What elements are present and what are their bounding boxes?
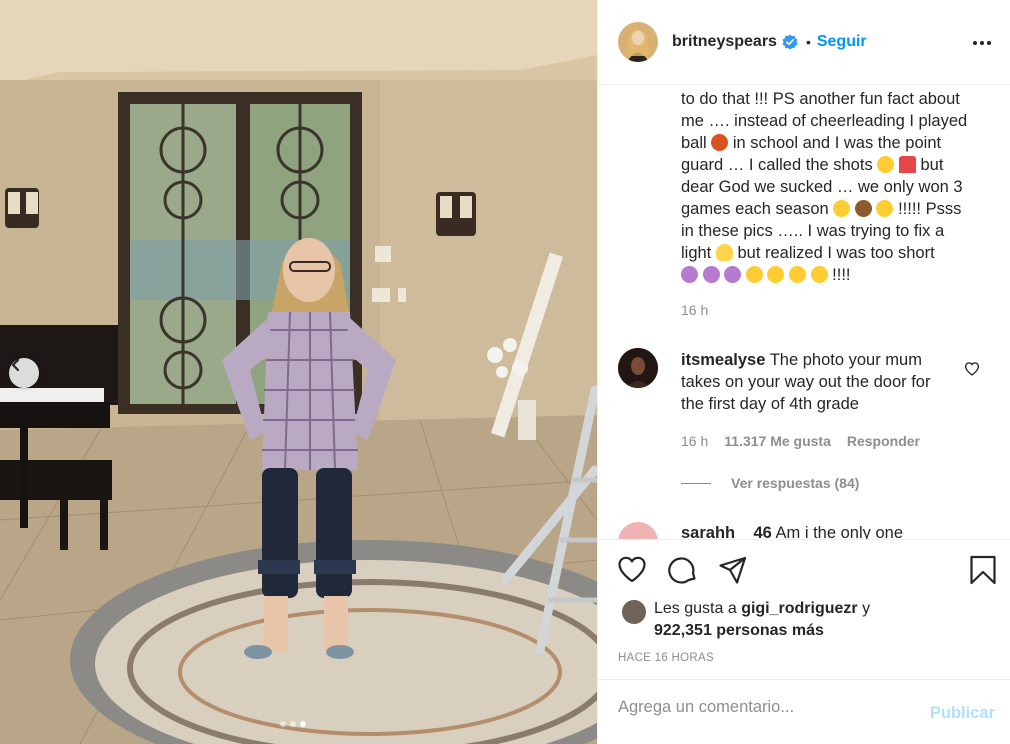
commenter-avatar[interactable] (618, 522, 658, 539)
bookmark-icon[interactable] (967, 554, 999, 586)
add-comment-bar: Publicar (598, 679, 1010, 744)
caption-line: to do that !!! PS another fun fact about (681, 90, 960, 108)
commenter-username[interactable]: itsmealyse (681, 351, 765, 369)
caption-line: but (920, 156, 944, 174)
caption-line: light (681, 244, 712, 262)
post-timestamp[interactable]: HACE 16 HORAS (618, 652, 714, 664)
comment-likes-count[interactable]: 11.317 Me gusta (724, 433, 831, 449)
carousel-dot-active (300, 721, 306, 727)
comment-body: itsmealyse The photo your mum takes on y… (681, 349, 951, 415)
comment-text: Am i the only one (775, 524, 904, 539)
header-separator: • (805, 34, 811, 50)
carousel-prev-button[interactable] (9, 358, 39, 388)
carousel-indicator (280, 721, 306, 727)
shrug-emoji-icon (702, 266, 720, 283)
post-side-panel: britneyspears • Seguir to do that !!! PS… (597, 0, 1010, 744)
caption-line: in these pics ….. I was trying to fix a (681, 222, 945, 240)
light-bulb-emoji-icon (715, 244, 733, 261)
liker-username[interactable]: gigi_rodriguezr (741, 600, 857, 617)
carousel-dot (290, 721, 296, 727)
joy-emoji-icon (745, 266, 763, 283)
caption-line: ball (681, 134, 707, 152)
verified-badge-icon (782, 34, 798, 50)
post-photo (0, 0, 597, 744)
chevron-left-icon (11, 358, 20, 372)
caption-line: me …. instead of cheerleading I played (681, 112, 968, 130)
caption-line: but realized I was too short (737, 244, 935, 262)
reply-button[interactable]: Responder (847, 433, 920, 449)
replies-divider (681, 483, 711, 484)
comment-body: sarahh__46 Am i the only one (681, 522, 903, 539)
basketball-emoji-icon (711, 134, 729, 151)
see-no-evil-monkey-emoji-icon (854, 200, 872, 217)
share-icon[interactable] (717, 554, 749, 586)
comment-icon[interactable] (667, 554, 699, 586)
caption-line: in school and I was the point (732, 134, 942, 152)
post-caption: to do that !!! PS another fun fact about… (681, 88, 991, 286)
likes-prefix: Les gusta a (654, 600, 737, 617)
carousel-dot (280, 721, 286, 727)
commenter-avatar[interactable] (618, 348, 658, 388)
author-avatar[interactable] (618, 22, 658, 62)
shrug-emoji-icon (681, 266, 698, 283)
publish-button[interactable]: Publicar (930, 704, 995, 723)
caption-line: games each season (681, 200, 829, 218)
photo-scene (0, 0, 597, 744)
heart-icon[interactable] (616, 554, 648, 586)
author-username[interactable]: britneyspears (672, 33, 777, 51)
comment-like-heart-icon[interactable] (964, 361, 980, 377)
caption-line: guard … I called the shots (681, 156, 873, 174)
caption-line: !!!!! Psss (898, 200, 962, 218)
tongue-emoji-icon (877, 156, 895, 173)
joy-emoji-icon (767, 266, 785, 283)
comment-meta: 16 h 11.317 Me gusta Responder (681, 433, 920, 449)
commenter-username[interactable]: sarahh__46 (681, 524, 772, 539)
joy-emoji-icon (833, 200, 851, 217)
post-actions: Les gusta a gigi_rodriguezr y 922,351 pe… (598, 539, 1010, 679)
caption-line: !!!! (832, 266, 851, 284)
likes-summary: Les gusta a gigi_rodriguezr y 922,351 pe… (622, 598, 870, 642)
likes-conj: y (862, 600, 871, 617)
caption-timestamp[interactable]: 16 h (681, 302, 708, 318)
follow-button[interactable]: Seguir (817, 33, 867, 51)
rofl-emoji-icon (876, 200, 894, 217)
comment-timestamp[interactable]: 16 h (681, 433, 708, 449)
comment-input[interactable] (618, 698, 918, 717)
likes-others-count[interactable]: 922,351 personas más (654, 622, 824, 639)
circus-tent-emoji-icon (898, 156, 916, 173)
shrug-emoji-icon (724, 266, 742, 283)
caption-line: dear God we sucked … we only won 3 (681, 178, 963, 196)
comments-list[interactable]: to do that !!! PS another fun fact about… (598, 86, 1010, 539)
joy-emoji-icon (788, 266, 806, 283)
likes-text: Les gusta a gigi_rodriguezr y 922,351 pe… (654, 598, 870, 642)
post-header: britneyspears • Seguir (598, 0, 1010, 85)
joy-emoji-icon (810, 266, 828, 283)
liker-avatar[interactable] (622, 600, 646, 624)
more-options-icon[interactable] (973, 33, 995, 53)
view-replies-button[interactable]: Ver respuestas (84) (731, 475, 859, 491)
